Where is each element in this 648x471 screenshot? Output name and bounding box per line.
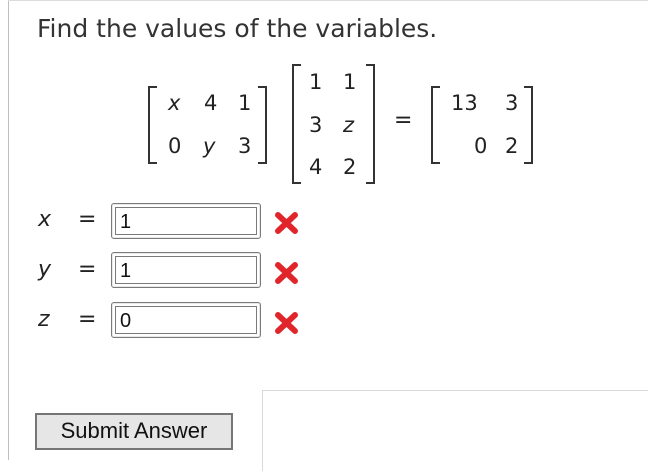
matrix-c-left-bracket [431,86,440,164]
matrix-a-right-bracket [258,86,267,164]
matrix-b-right-bracket [366,64,375,184]
equals-sign: = [78,257,97,282]
variable-label: x [38,207,52,232]
matrix-b-cell: 1 [309,70,323,94]
matrix-b-cell: 3 [309,113,323,137]
matrix-c-cell: 0 [474,134,488,158]
z-answer-input[interactable]: 0 [111,302,261,338]
matrix-a-cell: 1 [238,91,252,115]
x-answer-value[interactable]: 1 [115,207,257,235]
equals-sign: = [394,108,413,133]
matrix-c-right-bracket [524,86,533,164]
matrix-a-left-bracket [148,86,157,164]
question-prompt: Find the values of the variables. [37,14,438,43]
y-answer-value[interactable]: 1 [115,256,257,284]
matrix-b-cell: 1 [343,70,357,94]
variable-label: z [38,307,50,332]
matrix-c-cell: 3 [505,91,519,115]
matrix-a-cell: 4 [204,91,218,115]
matrix-b-cell: 2 [343,155,357,179]
frame-border-top [8,0,648,1]
x-mark-icon [275,262,298,284]
matrix-a-cell: y [203,134,216,158]
equals-sign: = [78,207,97,232]
matrix-b-cell: z [343,113,355,137]
submit-answer-button[interactable]: Submit Answer [35,413,233,450]
matrix-a-cell: 3 [238,134,252,158]
matrix-c-cell: 13 [451,91,478,115]
y-answer-input[interactable]: 1 [111,252,261,288]
x-answer-input[interactable]: 1 [111,203,261,239]
matrix-c-cell: 2 [505,134,519,158]
z-answer-value[interactable]: 0 [115,306,257,334]
frame-border-left [8,0,9,460]
x-mark-icon [275,212,298,234]
matrix-b-left-bracket [292,64,301,184]
matrix-b-cell: 4 [309,155,323,179]
response-panel [262,390,648,471]
matrix-a-cell: 0 [168,134,182,158]
equals-sign: = [78,307,97,332]
matrix-a-cell: x [168,91,181,115]
variable-label: y [38,257,52,282]
x-mark-icon [275,312,298,334]
